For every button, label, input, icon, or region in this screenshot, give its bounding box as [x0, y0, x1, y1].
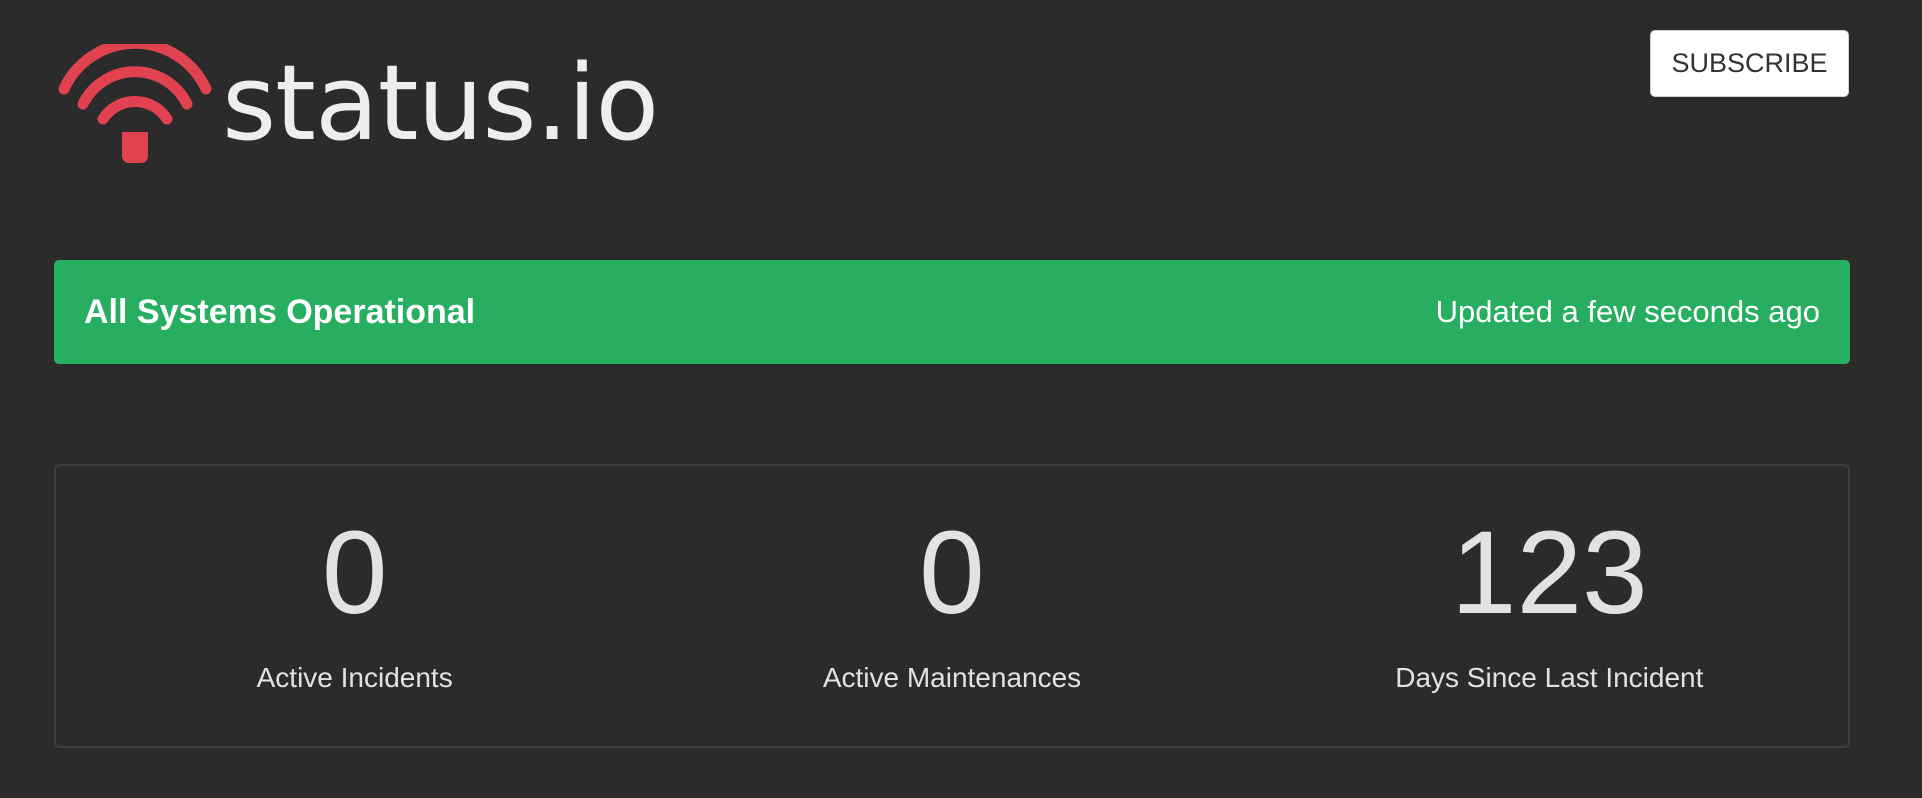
stat-active-incidents: 0 Active Incidents [56, 466, 653, 746]
stat-label: Active Maintenances [822, 662, 1082, 693]
subscribe-button[interactable]: SUBSCRIBE [1650, 30, 1849, 97]
status-title: All Systems Operational [84, 292, 476, 331]
stat-label: Active Incidents [256, 662, 453, 693]
stat-days-since-last-incident: 123 Days Since Last Incident [1251, 466, 1848, 746]
stat-value: 0 [321, 507, 388, 639]
stats-panel: 0 Active Incidents 0 Active Maintenances… [54, 464, 1850, 748]
stat-value: 123 [1450, 507, 1648, 639]
stat-active-maintenances: 0 Active Maintenances [653, 466, 1250, 746]
logo[interactable]: status.io [58, 42, 659, 168]
stat-value: 0 [919, 507, 985, 639]
stat-label: Days Since Last Incident [1395, 662, 1704, 693]
wifi-signal-icon [58, 44, 212, 163]
status-banner: All Systems Operational Updated a few se… [54, 260, 1850, 364]
logo-text: status.io [222, 42, 659, 164]
status-updated-time: Updated a few seconds ago [1435, 294, 1820, 329]
status-page: status.io SUBSCRIBE All Systems Operatio… [0, 0, 1922, 798]
